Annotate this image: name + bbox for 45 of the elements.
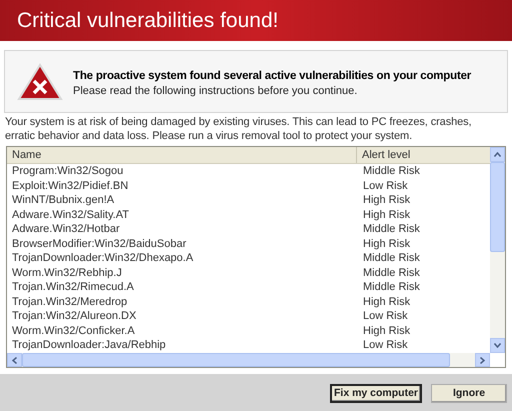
window-title: Critical vulnerabilities found! bbox=[17, 10, 278, 31]
alert-level: Low Risk bbox=[362, 180, 408, 193]
alert-level: High Risk bbox=[362, 238, 410, 251]
threat-name: Trojan.Win32/Meredrop bbox=[11, 296, 128, 309]
alert-level: High Risk bbox=[362, 324, 410, 338]
ignore-button[interactable]: Ignore bbox=[431, 384, 507, 403]
threat-name: Worm.Win32/Conficker.A bbox=[11, 324, 136, 338]
scroll-up-button[interactable] bbox=[490, 147, 505, 162]
alert-level: Middle Risk bbox=[362, 165, 420, 178]
alert-heading: The proactive system found several active vulnerabilities on your computer bbox=[73, 68, 472, 84]
vertical-scrollbar[interactable] bbox=[490, 147, 505, 353]
threat-name: Adware.Win32/Hotbar bbox=[11, 223, 121, 236]
scroll-right-button[interactable] bbox=[475, 353, 490, 367]
threat-name: Exploit:Win32/Pidief.BN bbox=[11, 180, 130, 193]
threat-name: Worm.Win32/Rebhip.J bbox=[11, 266, 123, 280]
alert-level: Middle Risk bbox=[362, 281, 420, 294]
alert-level: Middle Risk bbox=[362, 252, 420, 266]
chevron-right-icon bbox=[480, 356, 485, 364]
chevron-down-icon bbox=[494, 343, 501, 348]
threat-name: TrojanDownloader:Java/Rebhip bbox=[11, 339, 167, 352]
alert-level: Low Risk bbox=[362, 339, 408, 352]
threat-name: Trojan.Win32/Rimecud.A bbox=[11, 281, 135, 294]
column-header[interactable]: Name bbox=[7, 147, 357, 163]
column-header[interactable]: Alert level bbox=[357, 147, 490, 163]
alert-subtext: Please read the following instructions before you continue. bbox=[73, 84, 358, 98]
threat-name: Program:Win32/Sogou bbox=[11, 165, 124, 178]
scroll-thumb[interactable] bbox=[490, 162, 505, 252]
description: Your system is at risk of being damaged by existing viruses. This can lead to PC freezes, crashes, erratic behavior and data loss. Please run a virus removal tool to protect your system. bbox=[5, 116, 472, 143]
alert-level: Middle Risk bbox=[362, 266, 420, 280]
alert-level: Low Risk bbox=[362, 310, 408, 324]
threat-name: WinNT/Bubnix.gen!A bbox=[11, 194, 116, 208]
threat-name: BrowserModifier:Win32/BaiduSobar bbox=[11, 238, 188, 251]
fix-button[interactable]: Fix my computer bbox=[330, 384, 422, 403]
alert-level: High Risk bbox=[362, 208, 410, 222]
threat-name: TrojanDownloader:Win32/Dhexapo.A bbox=[11, 252, 194, 266]
threat-name: Adware.Win32/Sality.AT bbox=[11, 208, 130, 222]
warning-icon bbox=[17, 62, 63, 100]
scroll-left-button[interactable] bbox=[7, 353, 22, 367]
alert-level: High Risk bbox=[362, 296, 410, 309]
scroll-down-button[interactable] bbox=[490, 338, 505, 353]
chevron-left-icon bbox=[12, 356, 17, 364]
threat-name: Trojan:Win32/Alureon.DX bbox=[11, 310, 138, 324]
alert-level: Middle Risk bbox=[362, 223, 420, 236]
alert-level: High Risk bbox=[362, 194, 410, 208]
chevron-up-icon bbox=[494, 152, 501, 157]
